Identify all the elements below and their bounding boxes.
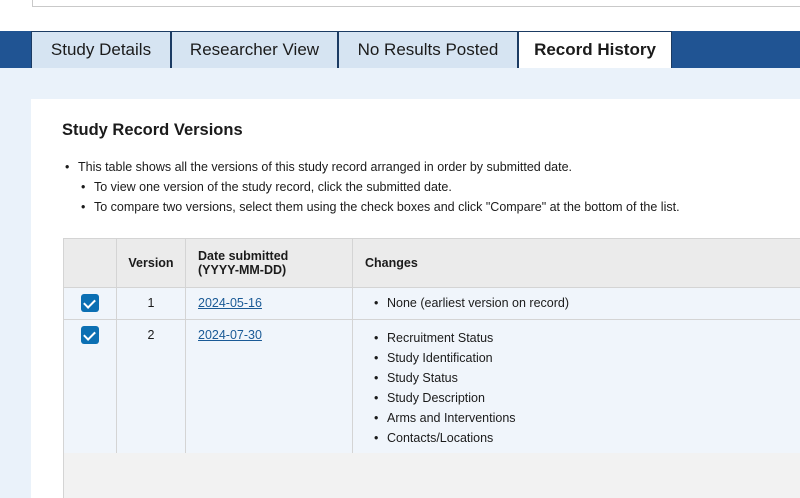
column-header-version: Version xyxy=(116,238,186,288)
changes-cell: Recruitment Status Study Identification … xyxy=(352,319,800,454)
column-header-date: Date submitted (YYYY-MM-DD) xyxy=(185,238,353,288)
tab-bar: Study Details Researcher View No Results… xyxy=(0,31,800,68)
changes-list: Recruitment Status Study Identification … xyxy=(365,328,788,448)
header-strip xyxy=(0,0,800,31)
tab-record-history[interactable]: Record History xyxy=(518,31,672,68)
change-item: Study Identification xyxy=(374,348,788,368)
change-item: Contacts/Locations xyxy=(374,428,788,448)
change-item: Study Description xyxy=(374,388,788,408)
instruction-item: To view one version of the study record,… xyxy=(81,180,452,194)
compare-checkbox-version-2[interactable] xyxy=(81,326,99,344)
table-header-row: Version Date submitted (YYYY-MM-DD) Chan… xyxy=(63,238,800,288)
tab-study-details[interactable]: Study Details xyxy=(31,31,171,68)
select-cell xyxy=(63,319,117,454)
column-header-date-line2: (YYYY-MM-DD) xyxy=(198,263,287,277)
table-row: 1 2024-05-16 None (earliest version on r… xyxy=(63,287,800,320)
date-link-version-1[interactable]: 2024-05-16 xyxy=(198,296,262,310)
compare-checkbox-version-1[interactable] xyxy=(81,294,99,312)
column-header-changes: Changes xyxy=(352,238,800,288)
date-cell: 2024-05-16 xyxy=(185,287,353,320)
version-number: 2 xyxy=(116,319,186,454)
column-header-select xyxy=(63,238,117,288)
date-cell: 2024-07-30 xyxy=(185,319,353,454)
change-item: None (earliest version on record) xyxy=(374,296,788,310)
instruction-item: This table shows all the versions of thi… xyxy=(65,160,572,174)
changes-list: None (earliest version on record) xyxy=(365,296,788,310)
section-title: Study Record Versions xyxy=(62,121,243,139)
version-number: 1 xyxy=(116,287,186,320)
date-link-version-2[interactable]: 2024-07-30 xyxy=(198,328,262,342)
tab-researcher-view[interactable]: Researcher View xyxy=(171,31,338,68)
column-header-date-line1: Date submitted xyxy=(198,249,289,263)
search-box-edge[interactable] xyxy=(32,0,800,7)
change-item: Study Status xyxy=(374,368,788,388)
change-item: Arms and Interventions xyxy=(374,408,788,428)
tab-no-results-posted[interactable]: No Results Posted xyxy=(338,31,518,68)
changes-cell: None (earliest version on record) xyxy=(352,287,800,320)
table-row: 2 2024-07-30 Recruitment Status Study Id… xyxy=(63,319,800,454)
select-cell xyxy=(63,287,117,320)
instruction-item: To compare two versions, select them usi… xyxy=(81,200,680,214)
table-footer-area xyxy=(63,453,800,498)
change-item: Recruitment Status xyxy=(374,328,788,348)
record-history-panel: Study Record Versions This table shows a… xyxy=(31,99,800,498)
versions-table: Version Date submitted (YYYY-MM-DD) Chan… xyxy=(63,238,800,454)
